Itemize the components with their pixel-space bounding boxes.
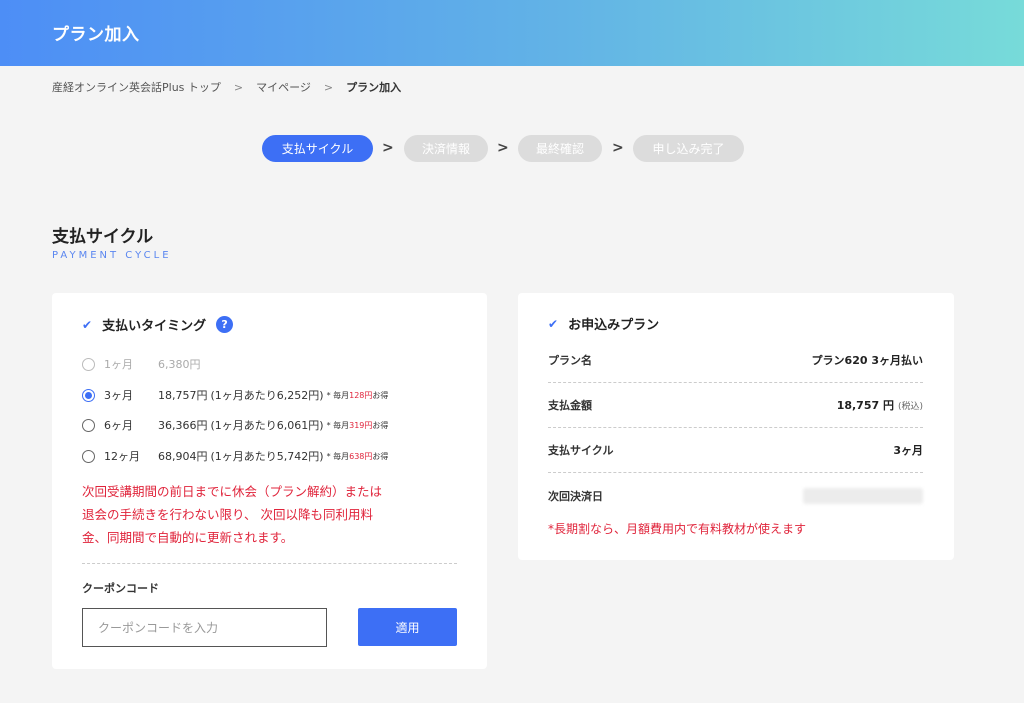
section-title: 支払サイクル	[52, 227, 154, 247]
plan-row-label: 支払金額	[548, 399, 592, 412]
option-saving-note: * 毎月128円お得	[326, 390, 389, 400]
option-months: 12ヶ月	[104, 450, 140, 463]
step-arrow-icon: >	[497, 140, 509, 156]
radio-button[interactable]	[82, 449, 95, 463]
option-price: 6,380円	[158, 358, 201, 371]
step-final-confirm: 最終確認	[518, 135, 602, 162]
redacted-date	[803, 487, 923, 504]
option-price: 36,366円	[158, 419, 208, 432]
tax-included-note: (税込)	[897, 402, 923, 412]
breadcrumb-link-top[interactable]: 産経オンライン英会話Plus トップ	[52, 79, 221, 95]
check-icon: ✔	[548, 316, 559, 331]
step-payment-cycle: 支払サイクル	[262, 135, 373, 162]
breadcrumb-current: プラン加入	[346, 81, 402, 94]
breadcrumb-separator: >	[233, 80, 244, 94]
plan-summary-title: お申込みプラン	[568, 318, 660, 333]
auto-renewal-notice: 次回受講期間の前日までに休会（プラン解約）または 退会の手続きを行わない限り、 …	[82, 484, 383, 545]
option-price: 68,904円	[158, 450, 208, 463]
radio-button[interactable]	[82, 357, 95, 371]
plan-row-next-payment: 次回決済日	[548, 473, 923, 518]
check-icon: ✔	[82, 317, 93, 332]
option-saving-note: * 毎月638円お得	[326, 451, 389, 461]
plan-row-name: プラン名 プラン620 3ヶ月払い	[548, 338, 923, 383]
payment-timing-title: 支払いタイミング	[102, 319, 207, 334]
plan-row-label: 支払サイクル	[548, 444, 614, 457]
step-complete: 申し込み完了	[633, 135, 744, 162]
payment-option-1-month[interactable]: 1ヶ月 6,380円	[82, 356, 204, 372]
help-icon[interactable]: ?	[216, 316, 234, 333]
option-saving-note: * 毎月319円お得	[326, 420, 389, 430]
coupon-label: クーポンコード	[82, 582, 159, 595]
payment-timing-heading: ✔ 支払いタイミング ?	[82, 315, 234, 334]
breadcrumb-link-mypage[interactable]: マイページ	[256, 79, 311, 95]
progress-steps: 支払サイクル > 決済情報 > 最終確認 > 申し込み完了	[0, 135, 1024, 163]
radio-button[interactable]	[82, 418, 95, 432]
step-arrow-icon: >	[382, 140, 394, 156]
payment-option-6-months[interactable]: 6ヶ月 36,366円 (1ヶ月あたり6,061円) * 毎月319円お得	[82, 417, 388, 433]
plan-row-label: 次回決済日	[548, 489, 603, 503]
page-title: プラン加入	[52, 25, 140, 45]
plan-row-cycle: 支払サイクル 3ヶ月	[548, 428, 923, 473]
apply-coupon-button[interactable]: 適用	[358, 608, 457, 646]
step-arrow-icon: >	[612, 140, 624, 156]
plan-row-amount: 支払金額 18,757 円 (税込)	[548, 383, 923, 428]
coupon-input[interactable]	[82, 608, 327, 647]
option-per-month: (1ヶ月あたり6,061円)	[210, 419, 324, 432]
breadcrumb: 産経オンライン英会話Plus トップ > マイページ > プラン加入	[52, 79, 401, 95]
plan-row-value: 18,757 円 (税込)	[836, 399, 923, 412]
plan-row-value: 3ヶ月	[893, 444, 923, 457]
plan-row-label: プラン名	[548, 354, 592, 367]
option-months: 3ヶ月	[104, 389, 133, 402]
option-per-month: (1ヶ月あたり6,252円)	[210, 389, 324, 402]
breadcrumb-separator: >	[323, 80, 334, 94]
plan-summary-heading: ✔ お申込みプラン	[548, 314, 660, 334]
option-months: 6ヶ月	[104, 419, 133, 432]
long-term-discount-note: *長期割なら、月額費用内で有料教材が使えます	[548, 522, 807, 536]
payment-option-3-months[interactable]: 3ヶ月 18,757円 (1ヶ月あたり6,252円) * 毎月128円お得	[82, 387, 388, 403]
plan-summary-card: ✔ お申込みプラン プラン名 プラン620 3ヶ月払い 支払金額 18,757 …	[518, 293, 954, 560]
plan-row-value: プラン620 3ヶ月払い	[811, 354, 923, 367]
page-header: プラン加入	[0, 0, 1024, 66]
payment-timing-card: ✔ 支払いタイミング ? 1ヶ月 6,380円 3ヶ月 18,757円 (1ヶ月…	[52, 293, 487, 669]
option-per-month: (1ヶ月あたり5,742円)	[210, 450, 324, 463]
payment-option-12-months[interactable]: 12ヶ月 68,904円 (1ヶ月あたり5,742円) * 毎月638円お得	[82, 448, 388, 464]
option-price: 18,757円	[158, 389, 208, 402]
option-months: 1ヶ月	[104, 358, 133, 371]
divider	[82, 563, 457, 564]
section-subtitle: PAYMENT CYCLE	[52, 250, 172, 261]
step-payment-info: 決済情報	[404, 135, 488, 162]
radio-button-selected[interactable]	[82, 388, 95, 402]
